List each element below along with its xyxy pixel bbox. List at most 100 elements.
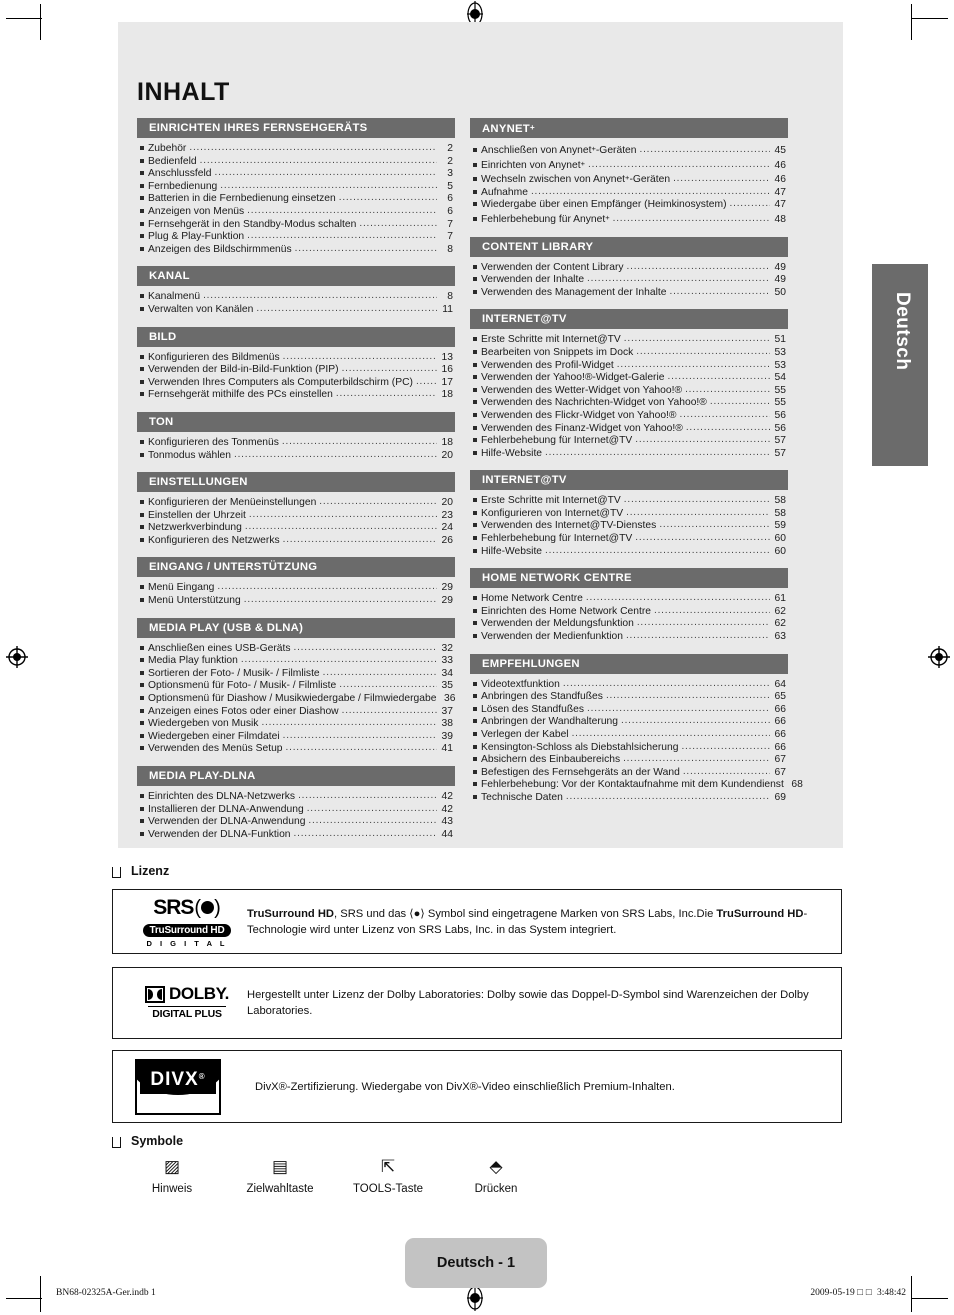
toc-entry-page: 55 [774, 384, 786, 396]
toc-entry-page: 18 [441, 436, 453, 448]
toc-entry[interactable]: Verwalten von Kanälen...................… [140, 303, 453, 317]
toc-entry[interactable]: Verwenden der Bild-in-Bild-Funktion (PIP… [140, 363, 453, 377]
toc-column-left: EINRICHTEN IHRES FERNSEHGERÄTS Zubehör...… [137, 118, 455, 843]
square-bullet-icon [473, 634, 477, 639]
toc-entry-label: Fernbedienung [148, 180, 218, 192]
toc-entry-label: Tonmodus wählen [148, 449, 231, 461]
divx-logo-word: DIVX® [150, 1068, 206, 1090]
toc-entry-label: Verwenden des Profil-Widget [481, 359, 614, 371]
toc-entry[interactable]: Anschließen von Anynet+-Geräten.........… [473, 143, 786, 158]
superscript-plus: + [580, 158, 585, 168]
toc-entry[interactable]: Fernsehgerät mithilfe des PCs einstellen… [140, 388, 453, 402]
license-text-bold: TruSurround HD [716, 907, 804, 920]
toc-section-heading: EINGANG / UNTERSTÜTZUNG [137, 557, 455, 578]
toc-entry-page: 57 [774, 447, 786, 459]
toc-leader-dots: ........................................… [341, 704, 437, 716]
toc-entry-label: Hilfe-Website [481, 545, 543, 557]
square-bullet-icon [473, 498, 477, 503]
toc-entry-page: 66 [774, 741, 786, 753]
toc-entry-label: Sortieren der Foto- / Musik- / Filmliste [148, 667, 320, 679]
toc-entry[interactable]: Menü Unterstützung......................… [140, 594, 453, 608]
toc-entry-page: 42 [441, 803, 453, 815]
square-bullet-icon [140, 658, 144, 663]
square-bullet-icon [140, 439, 144, 444]
square-bullet-icon [140, 196, 144, 201]
symbol-item: ▨ Hinweis [118, 1156, 226, 1195]
toc-entry[interactable]: Befestigen des Fernsehgeräts an der Wand… [473, 766, 786, 780]
square-bullet-icon [140, 379, 144, 384]
toc-entry[interactable]: Anzeigen des Bildschirmmenüs............… [140, 243, 453, 257]
toc-entry[interactable]: Verwenden des Management der Inhalte....… [473, 286, 786, 300]
square-bullet-icon [473, 202, 477, 207]
square-bullet-icon [140, 234, 144, 239]
toc-entry-page: 69 [774, 791, 786, 803]
crop-mark-top-left-h [6, 18, 42, 19]
license-section-label: Lizenz [131, 864, 170, 878]
srs-trusurround-hd-digital-logo: SRS() TruSurround HD D I G I T A L [113, 896, 247, 948]
toc-entry[interactable]: Hilfe-Website...........................… [473, 447, 786, 461]
toc-leader-dots: ........................................… [623, 333, 770, 345]
toc-entry-page: 20 [441, 497, 453, 509]
square-bullet-icon [140, 721, 144, 726]
toc-entry[interactable]: Wechseln zwischen von Anynet+-Geräten...… [473, 172, 786, 187]
toc-leader-dots: ........................................… [293, 641, 437, 653]
toc-entry[interactable]: Optionsmenü für Foto- / Musik- / Filmlis… [140, 679, 453, 693]
toc-leader-dots: ........................................… [282, 350, 437, 362]
toc-section-entries: Konfigurieren des Tonmenüs..............… [137, 432, 455, 464]
toc-entry-label: Erste Schritte mit Internet@TV [481, 334, 621, 346]
square-bullet-icon [473, 794, 477, 799]
toc-entry[interactable]: Fehlerbehebung für Anynet+..............… [473, 212, 786, 227]
toc-entry[interactable]: Technische Daten........................… [473, 791, 786, 805]
toc-entry-page: 29 [441, 595, 453, 607]
toc-entry-page: 50 [774, 286, 786, 298]
toc-leader-dots: ........................................… [243, 594, 437, 606]
square-bullet-icon [473, 621, 477, 626]
superscript-plus: + [529, 123, 535, 132]
toc-entry[interactable]: Tonmodus wählen.........................… [140, 448, 453, 463]
toc-entry-label: Media Play funktion [148, 655, 238, 667]
toc-entry-page: 60 [774, 533, 786, 545]
toc-leader-dots: ........................................… [667, 371, 771, 383]
toc-leader-dots: ........................................… [626, 506, 770, 518]
toc-entry-page: 7 [447, 218, 453, 230]
symbol-caption: Zielwahltaste [246, 1183, 314, 1195]
superscript-plus: + [591, 144, 596, 153]
toc-leader-dots: ........................................… [530, 185, 770, 197]
toc-section-entries: Erste Schritte mit Internet@TV..........… [470, 490, 788, 560]
crop-mark-top-left [40, 4, 41, 40]
toc-entry-page: 2 [447, 143, 453, 154]
toc-entry[interactable]: Hilfe-Website...........................… [473, 545, 786, 559]
toc-entry[interactable]: Einrichten von Anynet+..................… [473, 158, 786, 173]
toc-entry-page: 20 [441, 449, 453, 461]
toc-leader-dots: ........................................… [217, 581, 437, 593]
toc-entry[interactable]: Verwenden des Menüs Setup...............… [140, 742, 453, 756]
page-title: INHALT [137, 78, 230, 106]
toc-leader-dots: ........................................… [220, 179, 437, 191]
toc-entry-page: 62 [774, 605, 786, 617]
toc-entry-label: Einrichten des Home Network Centre [481, 605, 651, 617]
square-bullet-icon [473, 264, 477, 269]
toc-leader-dots: ........................................… [234, 448, 437, 460]
toc-entry-page: 39 [441, 730, 453, 742]
toc-entry-label: Verwenden des Management der Inhalte [481, 286, 667, 298]
square-bullet-icon [140, 683, 144, 688]
square-bullet-icon [140, 171, 144, 176]
dolby-digital-plus-logo: DOLBY. DIGITAL PLUS [113, 984, 247, 1022]
license-row-dolby: DOLBY. DIGITAL PLUS Hergestellt unter Li… [112, 967, 842, 1039]
square-bullet-icon [140, 708, 144, 713]
toc-section-entries: Verwenden der Content Library...........… [470, 257, 788, 302]
toc-entry[interactable]: Wiedergabe über einen Empfänger (Heimkin… [473, 198, 786, 212]
toc-leader-dots: ........................................… [635, 532, 770, 544]
square-bullet-icon [140, 733, 144, 738]
toc-entry[interactable]: Verwenden der Medienfunktion............… [473, 630, 786, 644]
toc-leader-dots: ........................................… [203, 290, 437, 302]
square-bullet-icon [473, 548, 477, 553]
toc-leader-dots: ........................................… [240, 654, 437, 666]
symbol-item: ⬘ Drücken [442, 1156, 550, 1195]
toc-entry[interactable]: Konfigurieren des Netzwerks.............… [140, 534, 453, 548]
toc-entry-page: 53 [774, 346, 786, 358]
toc-section-entries: Konfigurieren der Menüeinstellungen.....… [137, 492, 455, 549]
square-bullet-icon [473, 412, 477, 417]
license-text-span: ⟨●⟩ [409, 907, 425, 920]
toc-entry[interactable]: Verwenden der DLNA-Funktion.............… [140, 828, 453, 842]
